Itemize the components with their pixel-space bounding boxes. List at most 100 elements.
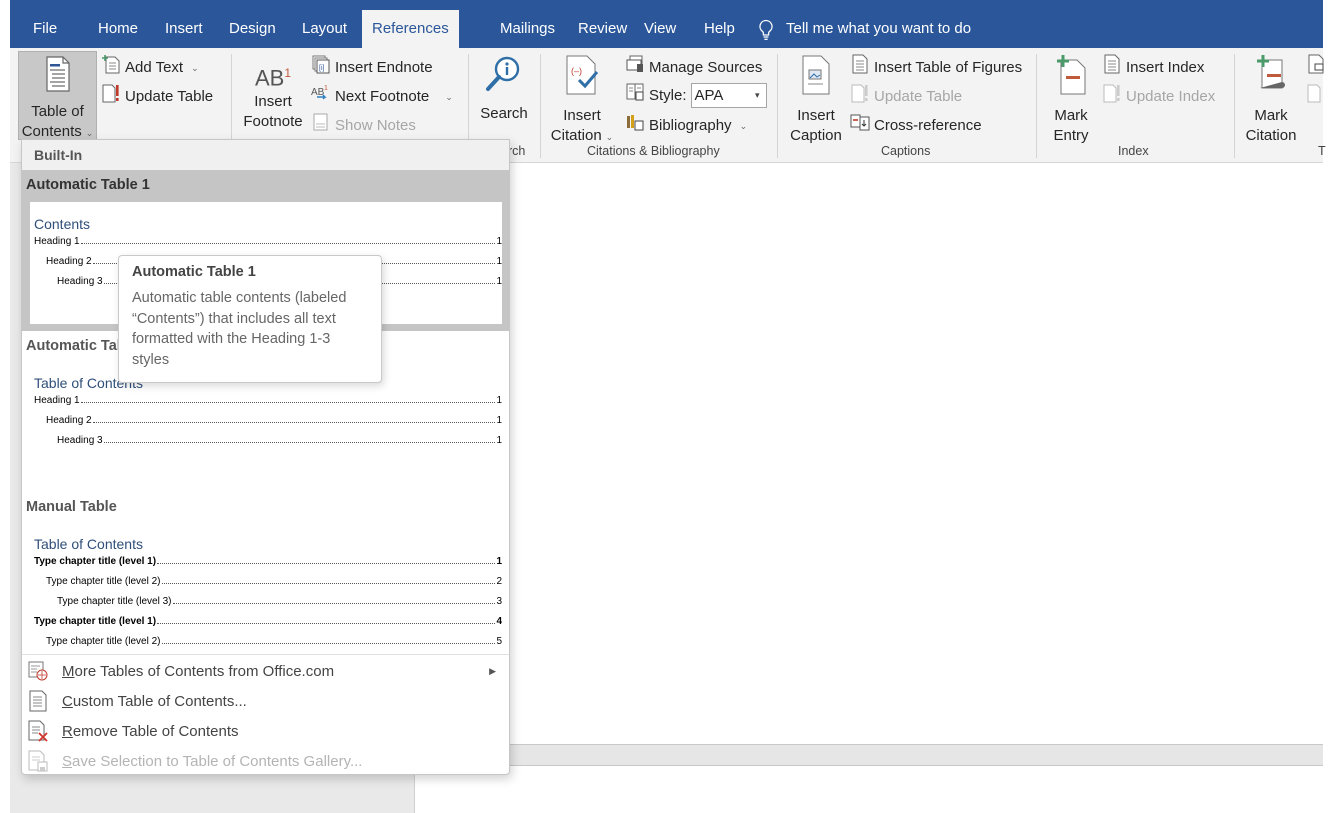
insert-endnote-button[interactable]: [i] Insert Endnote — [311, 54, 433, 81]
insert-index-button[interactable]: Insert Index — [1102, 54, 1204, 81]
update-index-button[interactable]: Update Index — [1102, 83, 1215, 110]
table-of-contents-button[interactable]: Table of Contents ⌄ — [18, 51, 97, 140]
tab-insert[interactable]: Insert — [155, 10, 213, 48]
toc-preview-heading: Contents — [34, 216, 91, 232]
citation-style-value: APA — [694, 87, 724, 104]
insert-caption-icon — [784, 54, 848, 102]
update-table-button[interactable]: Update Table — [101, 83, 213, 110]
index-group-label: Index — [1118, 144, 1149, 158]
insert-footnote-line1: Insert — [254, 93, 292, 110]
toc-preview: Table of Contents Type chapter title (le… — [30, 536, 502, 653]
bibliography-label: Bibliography — [649, 116, 732, 134]
insert-endnote-icon: [i] — [311, 54, 331, 81]
add-text-icon — [101, 54, 121, 81]
insert-table-of-authorities-button[interactable] — [1306, 54, 1326, 81]
next-footnote-label: Next Footnote — [335, 87, 430, 105]
mark-citation-icon — [1240, 54, 1302, 102]
tab-references[interactable]: References — [362, 10, 459, 48]
gallery-section-header: Built-In — [22, 140, 509, 170]
tab-design[interactable]: Design — [219, 10, 286, 48]
toc-preview-row: Heading 21 — [46, 415, 502, 426]
add-text-label: Add Text — [125, 58, 184, 76]
group-separator — [1234, 54, 1235, 158]
insert-caption-line2: Caption — [790, 127, 842, 144]
menu-divider — [22, 654, 509, 655]
toc-preview-row: Heading 11 — [34, 395, 502, 406]
gallery-item-title: Manual Table — [26, 499, 117, 515]
table-of-contents-icon — [19, 56, 96, 98]
update-table-label: Update Table — [874, 87, 963, 105]
toc-label-line2: Contents — [21, 123, 82, 140]
insert-citation-line2: Citation — [550, 127, 602, 144]
tab-file[interactable]: File — [23, 10, 67, 48]
show-notes-icon — [311, 112, 331, 139]
update-table-icon — [101, 83, 121, 110]
bibliography-icon — [625, 112, 645, 139]
toc-preview-row: Type chapter title (level 1) 1 — [34, 556, 502, 567]
update-index-icon — [1102, 83, 1122, 110]
svg-text:1: 1 — [324, 85, 328, 92]
citation-style-select[interactable]: APA ▾ — [690, 83, 767, 108]
search-label: Search — [480, 105, 528, 122]
table-of-contents-gallery: Built-In Automatic Table 1 Contents Head… — [21, 139, 510, 775]
chevron-down-icon: ⌄ — [445, 91, 453, 102]
mark-entry-icon — [1042, 54, 1100, 102]
horizontal-scrollbar[interactable] — [415, 744, 1323, 766]
mark-entry-line1: Mark — [1054, 107, 1088, 124]
toc-label-line1: Table of — [31, 103, 84, 120]
more-tables-label: More Tables of Contents from Office.com — [62, 662, 335, 680]
chevron-down-icon: ⌄ — [191, 62, 199, 73]
search-button[interactable]: Search — [474, 54, 534, 124]
mark-citation-button[interactable]: Mark Citation — [1240, 54, 1302, 146]
manage-sources-icon — [625, 54, 645, 81]
add-text-button[interactable]: Add Text ⌄ — [101, 54, 199, 81]
style-label: Style: — [649, 86, 687, 104]
insert-caption-button[interactable]: Insert Caption — [784, 54, 848, 146]
chevron-down-icon: ⌄ — [605, 132, 614, 142]
update-table-of-figures-button[interactable]: Update Table — [850, 83, 962, 110]
remove-table-of-contents-menu-item[interactable]: Remove Table of Contents — [22, 716, 509, 746]
insert-citation-button[interactable]: (–) Insert Citation ⌄ — [546, 54, 618, 147]
tooltip-title: Automatic Table 1 — [132, 264, 256, 280]
research-group-label: rch — [508, 144, 526, 158]
insert-footnote-button[interactable]: AB1 Insert Footnote — [238, 58, 308, 132]
insert-table-of-figures-button[interactable]: Insert Table of Figures — [850, 54, 1022, 81]
style-icon — [625, 82, 645, 109]
custom-table-of-contents-menu-item[interactable]: Custom Table of Contents... — [22, 686, 509, 716]
gallery-item-manual-table[interactable]: Manual Table Table of Contents Type chap… — [22, 492, 509, 653]
tooltip-description: Automatic table contents (labeled “Conte… — [132, 290, 347, 368]
cross-reference-button[interactable]: Cross-reference — [850, 112, 982, 139]
custom-toc-icon — [27, 690, 49, 712]
tab-layout[interactable]: Layout — [292, 10, 357, 48]
mark-entry-button[interactable]: Mark Entry — [1042, 54, 1100, 146]
tab-view[interactable]: View — [634, 10, 686, 48]
save-to-gallery-icon — [27, 750, 49, 772]
tell-me-search[interactable]: Tell me what you want to do — [758, 10, 971, 48]
tab-mailings[interactable]: Mailings — [490, 10, 565, 48]
ribbon-tab-bar: File Home Insert Design Layout Reference… — [10, 0, 1323, 48]
update-table-icon — [850, 83, 870, 110]
toc-preview-row: Type chapter title (level 3) 3 — [57, 596, 502, 607]
mark-citation-line1: Mark — [1254, 107, 1288, 124]
mark-entry-line2: Entry — [1053, 127, 1089, 144]
next-footnote-button[interactable]: AB 1 Next Footnote ⌄ — [311, 83, 453, 110]
more-tables-of-contents-menu-item[interactable]: More Tables of Contents from Office.com … — [22, 656, 509, 686]
office-com-tables-icon — [27, 660, 49, 682]
toc-preview-row: Heading 11 — [34, 236, 502, 247]
dropdown-arrow-icon: ▾ — [754, 90, 760, 100]
save-selection-label: Save Selection to Table of Contents Gall… — [62, 752, 363, 770]
save-selection-to-gallery-menu-item[interactable]: Save Selection to Table of Contents Gall… — [22, 746, 509, 776]
tab-help[interactable]: Help — [694, 10, 745, 48]
tab-home[interactable]: Home — [88, 10, 148, 48]
remove-toc-label: Remove Table of Contents — [62, 722, 239, 740]
manage-sources-button[interactable]: Manage Sources — [625, 54, 762, 81]
captions-group-label: Captions — [881, 144, 931, 158]
show-notes-button[interactable]: Show Notes — [311, 112, 416, 139]
bibliography-button[interactable]: Bibliography ⌄ — [625, 112, 747, 139]
mark-citation-line2: Citation — [1245, 127, 1297, 144]
show-notes-label: Show Notes — [335, 116, 416, 134]
update-table-of-authorities-button[interactable] — [1306, 83, 1326, 110]
svg-text:[i]: [i] — [319, 65, 325, 72]
cross-reference-icon — [850, 112, 870, 139]
tab-review[interactable]: Review — [568, 10, 637, 48]
